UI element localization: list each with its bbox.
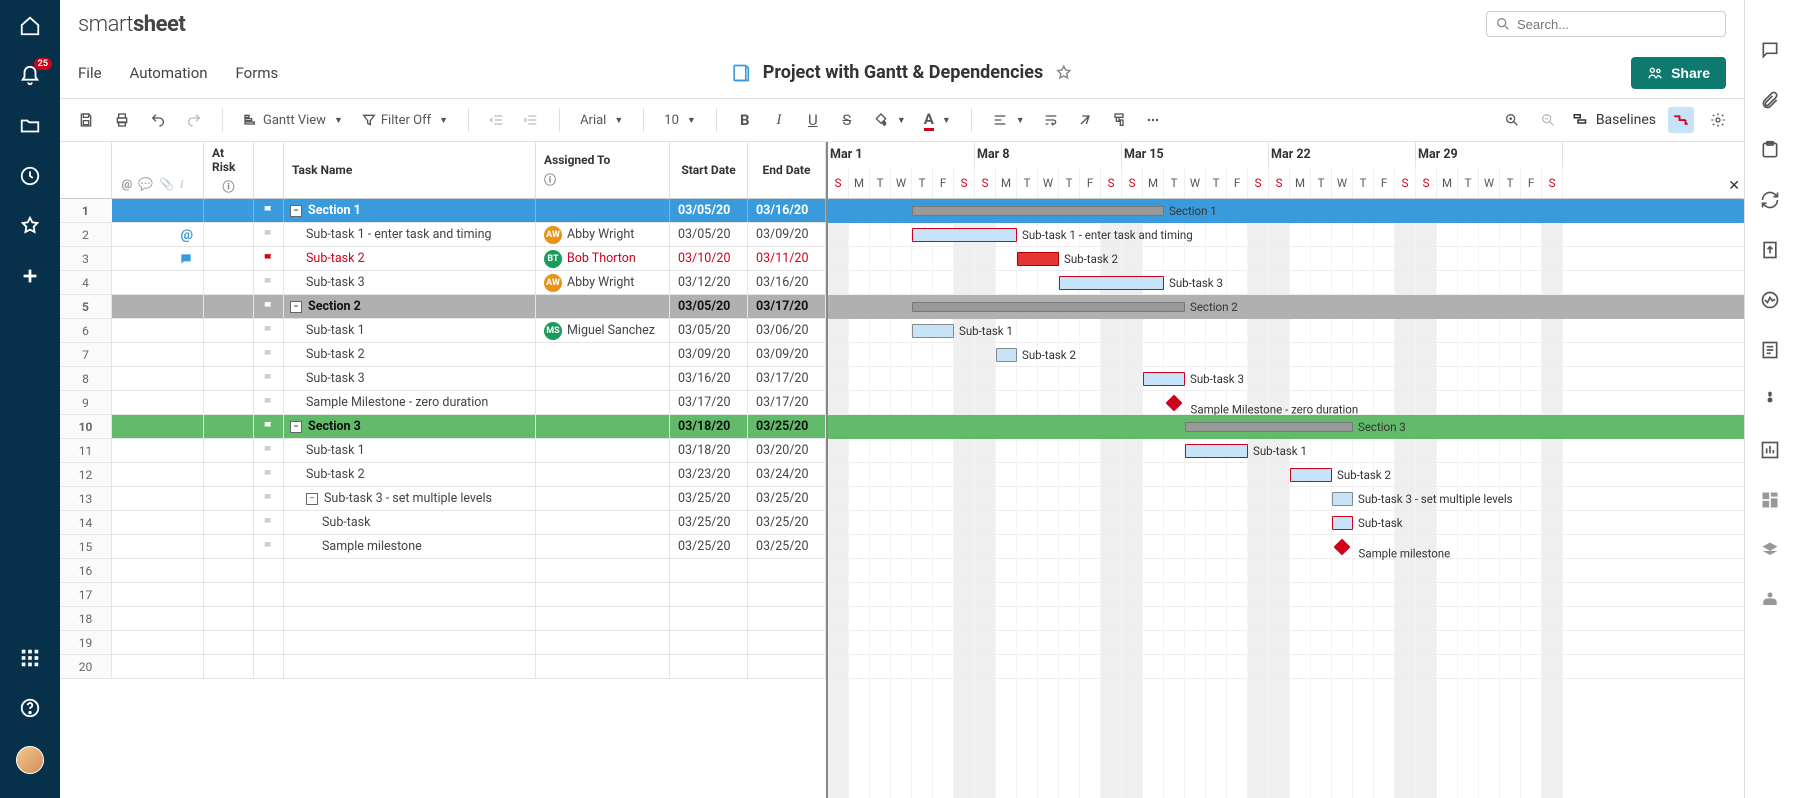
search-box[interactable] [1486,11,1726,37]
font-selector[interactable]: Arial▼ [576,111,627,130]
save-icon[interactable] [74,108,98,132]
proofs-panel-icon[interactable] [1760,140,1780,160]
user-avatar[interactable] [16,746,44,774]
table-row[interactable]: 4Sub-task 3AWAbby Wright03/12/2003/16/20 [60,271,826,295]
table-row[interactable]: 1−Section 103/05/2003/16/20 [60,199,826,223]
table-row[interactable]: 6Sub-task 1MSMiguel Sanchez03/05/2003/06… [60,319,826,343]
table-row[interactable]: 12Sub-task 203/23/2003/24/20 [60,463,826,487]
search-icon [1495,16,1511,32]
clear-format-icon[interactable] [1073,108,1097,132]
outdent-icon[interactable] [485,108,509,132]
update-requests-icon[interactable] [1760,190,1780,210]
table-row[interactable]: 9Sample Milestone - zero duration03/17/2… [60,391,826,415]
table-row[interactable]: 18 [60,607,826,631]
gantt-pane: Mar 1Mar 8Mar 15Mar 22Mar 29 SMTWTFSSMTW… [828,142,1744,798]
wrap-icon[interactable] [1039,108,1063,132]
zoom-out-icon[interactable] [1536,108,1560,132]
table-row[interactable]: 15Sample milestone03/25/2003/25/20 [60,535,826,559]
col-header-task[interactable]: Task Name [284,142,536,198]
table-row[interactable]: 8Sub-task 303/16/2003/17/20 [60,367,826,391]
table-row[interactable]: 11Sub-task 103/18/2003/20/20 [60,439,826,463]
col-header-risk[interactable]: At Riskⓘ [204,142,254,198]
col-header-start[interactable]: Start Date [670,142,748,198]
summary-icon[interactable] [1760,340,1780,360]
table-row[interactable]: 5−Section 203/05/2003/17/20 [60,295,826,319]
col-header-indicators[interactable]: @💬📎i [112,142,204,198]
dashboard-icon[interactable] [1760,490,1780,510]
table-row[interactable]: 14Sub-task03/25/2003/25/20 [60,511,826,535]
close-gantt-icon[interactable]: ✕ [1728,178,1740,194]
right-rail [1744,0,1794,798]
brand-logo: smartsheet [78,12,185,37]
text-color-icon[interactable]: A▼ [920,108,955,133]
underline-icon[interactable]: U [801,108,825,132]
more-icon[interactable] [1141,108,1165,132]
format-painter-icon[interactable] [1107,108,1131,132]
notifications-icon[interactable]: 25 [18,64,42,88]
sheet-title: Project with Gantt & Dependencies [763,62,1043,83]
workapps-icon[interactable] [1760,540,1780,560]
favorites-icon[interactable] [18,214,42,238]
critical-path-icon[interactable] [1668,107,1694,133]
sheet-icon [731,63,751,83]
table-row[interactable]: 19 [60,631,826,655]
print-icon[interactable] [110,108,134,132]
search-input[interactable] [1517,17,1717,32]
resource-mgmt-icon[interactable] [1760,590,1780,610]
italic-icon[interactable]: I [767,108,791,132]
baselines-button[interactable]: Baselines [1572,111,1656,129]
zoom-in-icon[interactable] [1500,108,1524,132]
bold-icon[interactable]: B [733,108,757,132]
people-icon [1647,65,1663,81]
strikethrough-icon[interactable]: S [835,108,859,132]
table-row[interactable]: 16 [60,559,826,583]
fill-color-icon[interactable]: ▼ [869,110,910,130]
star-icon[interactable] [1055,64,1073,82]
attachments-panel-icon[interactable] [1760,90,1780,110]
table-row[interactable]: 10−Section 303/18/2003/25/20 [60,415,826,439]
toolbar: Gantt View▼ Filter Off▼ Arial▼ 10▼ B I U… [60,98,1744,142]
settings-icon[interactable] [1706,108,1730,132]
col-header-assigned[interactable]: Assigned Toⓘ [536,142,670,198]
table-row[interactable]: 17 [60,583,826,607]
recents-icon[interactable] [18,164,42,188]
indent-icon[interactable] [519,108,543,132]
menu-bar: File Automation Forms [78,64,278,82]
help-icon[interactable] [18,696,42,720]
share-button[interactable]: Share [1631,57,1726,89]
undo-icon[interactable] [146,108,170,132]
table-row[interactable]: 7Sub-task 203/09/2003/09/20 [60,343,826,367]
menu-forms[interactable]: Forms [236,64,279,82]
publish-icon[interactable] [1760,240,1780,260]
menu-automation[interactable]: Automation [130,64,208,82]
chart-icon[interactable] [1760,440,1780,460]
align-icon[interactable]: ▼ [988,110,1029,130]
font-size-selector[interactable]: 10▼ [660,111,700,130]
apps-icon[interactable] [18,646,42,670]
comments-panel-icon[interactable] [1760,40,1780,60]
col-header-flag[interactable] [254,142,284,198]
folder-icon[interactable] [18,114,42,138]
grid-pane: @💬📎i At Riskⓘ Task Name Assigned Toⓘ Sta… [60,142,828,798]
table-row[interactable]: 20 [60,655,826,679]
left-nav-rail: 25 [0,0,60,798]
table-row[interactable]: 3Sub-task 2BTBob Thorton03/10/2003/11/20 [60,247,826,271]
col-header-end[interactable]: End Date [748,142,826,198]
home-icon[interactable] [18,14,42,38]
brandfolder-icon[interactable] [1760,390,1780,410]
col-header-rownum [60,142,112,198]
redo-icon[interactable] [182,108,206,132]
view-selector[interactable]: Gantt View▼ [239,110,347,130]
menu-file[interactable]: File [78,64,102,82]
notification-badge: 25 [34,58,52,70]
filter-selector[interactable]: Filter Off▼ [357,110,452,130]
table-row[interactable]: 13−Sub-task 3 - set multiple levels03/25… [60,487,826,511]
table-row[interactable]: 2@Sub-task 1 - enter task and timingAWAb… [60,223,826,247]
activity-log-icon[interactable] [1760,290,1780,310]
add-icon[interactable] [18,264,42,288]
